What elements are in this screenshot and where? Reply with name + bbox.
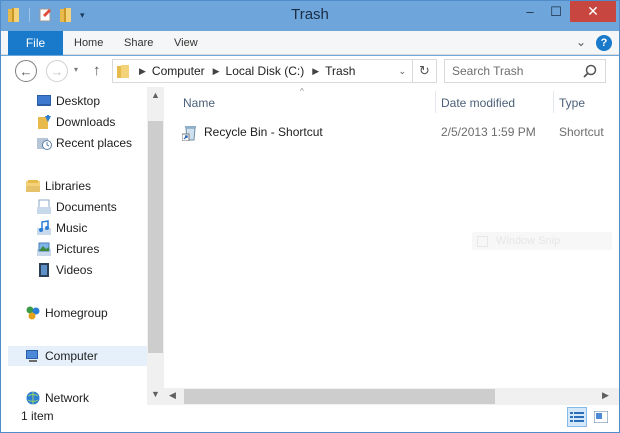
expand-ribbon-chevron-icon[interactable]: ⌄ [576, 35, 586, 49]
forward-button[interactable]: → [46, 60, 68, 82]
details-view-icon [570, 412, 584, 422]
nav-item-downloads[interactable]: Downloads [8, 112, 148, 132]
libraries-icon [26, 180, 40, 192]
nav-item-documents[interactable]: Documents [8, 197, 148, 217]
breadcrumb-chevron-icon[interactable]: ▶ [213, 66, 220, 77]
navigation-pane: Desktop Downloads Recent places Librarie… [8, 87, 148, 405]
address-bar[interactable]: ▶ Computer ▶ Local Disk (C:) ▶ Trash ⌄ [112, 59, 413, 83]
ghost-drag-item: Window Snip [472, 232, 612, 250]
nav-item-pictures[interactable]: Pictures [8, 239, 148, 259]
title-bar: ▾ Trash – ☐ ✕ [1, 1, 619, 31]
nav-item-music[interactable]: Music [8, 218, 148, 238]
navigation-bar: ← → ▾ ↑ ▶ Computer ▶ Local Disk (C:) ▶ T… [1, 56, 619, 87]
nav-item-computer[interactable]: Computer [8, 346, 148, 366]
nav-item-desktop[interactable]: Desktop [8, 91, 148, 111]
pictures-icon [37, 242, 51, 256]
main-area: Desktop Downloads Recent places Librarie… [1, 87, 619, 405]
music-icon [37, 220, 51, 235]
forward-arrow-icon: → [50, 63, 64, 79]
nav-item-libraries[interactable]: Libraries [8, 176, 148, 196]
file-type: Shortcut [559, 125, 604, 139]
column-header-date-modified[interactable]: Date modified [441, 95, 515, 111]
maximize-button[interactable]: ☐ [543, 1, 569, 22]
large-icons-view-button[interactable] [591, 407, 611, 427]
scrollbar-thumb[interactable] [184, 389, 495, 404]
shortcut-icon [182, 126, 196, 141]
file-row[interactable]: Recycle Bin - Shortcut 2/5/2013 1:59 PM … [178, 120, 619, 144]
nav-item-homegroup[interactable]: Homegroup [8, 303, 148, 323]
back-button[interactable]: ← [15, 60, 37, 82]
recent-locations-dropdown[interactable]: ▾ [74, 65, 78, 74]
minimize-icon: – [526, 4, 534, 19]
refresh-button[interactable]: ↻ [413, 59, 437, 83]
item-count: 1 item [21, 409, 54, 423]
up-button[interactable]: ↑ [93, 62, 101, 79]
nav-item-videos[interactable]: Videos [8, 260, 148, 280]
nav-item-network[interactable]: Network [8, 388, 148, 405]
large-icons-view-icon [594, 411, 608, 423]
snip-icon [477, 235, 488, 247]
column-divider[interactable] [435, 91, 436, 113]
file-list-horizontal-scrollbar[interactable]: ◀ ▶ [164, 388, 619, 405]
videos-icon [39, 263, 49, 277]
address-dropdown-icon[interactable]: ⌄ [398, 66, 406, 77]
ghost-item-label: Window Snip [496, 235, 561, 247]
file-name: Recycle Bin - Shortcut [204, 125, 323, 139]
ribbon-tab-bar: File Home Share View ⌄ ? [1, 31, 619, 55]
documents-icon [37, 199, 51, 214]
maximize-icon: ☐ [550, 3, 562, 19]
scroll-up-icon[interactable]: ▲ [151, 90, 160, 100]
breadcrumb-trash[interactable]: Trash [325, 64, 355, 78]
tab-home[interactable]: Home [74, 31, 103, 55]
homegroup-icon [26, 306, 40, 320]
downloads-icon [38, 115, 51, 129]
network-icon [26, 391, 40, 405]
close-button[interactable]: ✕ [570, 1, 616, 22]
tab-file[interactable]: File [8, 31, 63, 55]
scrollbar-thumb[interactable] [148, 121, 163, 353]
breadcrumb-chevron-icon[interactable]: ▶ [312, 66, 319, 77]
explorer-window: ▾ Trash – ☐ ✕ File Home Share View ⌄ ? ←… [0, 0, 620, 433]
breadcrumb-local-disk[interactable]: Local Disk (C:) [226, 64, 305, 78]
file-list: ^ Name Date modified Type Recycle Bin - … [164, 87, 619, 405]
nav-item-recent-places[interactable]: Recent places [8, 133, 148, 153]
help-icon[interactable]: ? [596, 35, 612, 51]
folder-icon [117, 64, 129, 78]
navigation-pane-scrollbar[interactable]: ▲ ▼ [147, 87, 164, 405]
column-header-type[interactable]: Type [559, 95, 585, 111]
scroll-left-icon[interactable]: ◀ [169, 390, 176, 401]
details-view-button[interactable] [567, 407, 587, 427]
status-bar: 1 item [1, 405, 619, 432]
scroll-right-icon[interactable]: ▶ [602, 390, 609, 401]
search-input[interactable] [445, 60, 575, 82]
minimize-button[interactable]: – [517, 1, 543, 22]
tab-share[interactable]: Share [124, 31, 153, 55]
column-header-name[interactable]: Name [183, 95, 215, 111]
computer-icon [26, 350, 38, 362]
breadcrumb-chevron-icon[interactable]: ▶ [139, 66, 146, 77]
refresh-icon: ↻ [419, 63, 430, 78]
tab-view[interactable]: View [174, 31, 198, 55]
close-icon: ✕ [587, 3, 599, 19]
search-box[interactable] [444, 59, 606, 83]
desktop-icon [37, 95, 51, 106]
recent-places-icon [37, 138, 52, 150]
scroll-down-icon[interactable]: ▼ [151, 389, 160, 399]
breadcrumb-computer[interactable]: Computer [152, 64, 205, 78]
column-divider[interactable] [553, 91, 554, 113]
sort-ascending-icon: ^ [300, 87, 304, 96]
back-arrow-icon: ← [19, 63, 33, 79]
file-date-modified: 2/5/2013 1:59 PM [441, 125, 536, 139]
search-icon[interactable] [583, 64, 597, 78]
